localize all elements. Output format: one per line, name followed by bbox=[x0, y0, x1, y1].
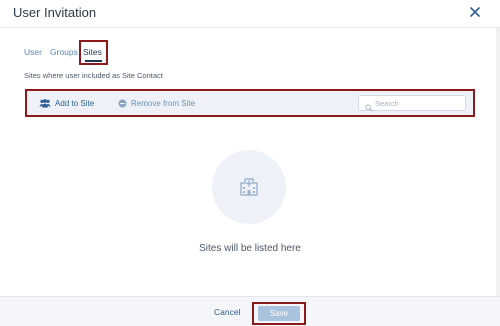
remove-from-site-label: Remove from Site bbox=[131, 99, 196, 108]
scrollbar[interactable] bbox=[496, 28, 500, 296]
search-input[interactable] bbox=[375, 97, 463, 109]
dialog-header: User Invitation bbox=[0, 0, 500, 28]
empty-state-illustration bbox=[212, 150, 286, 224]
user-invitation-dialog: User Invitation User Groups Sites Sites … bbox=[0, 0, 500, 326]
dialog-title: User Invitation bbox=[13, 5, 97, 20]
search-box[interactable] bbox=[358, 95, 466, 112]
close-icon[interactable] bbox=[468, 5, 482, 19]
dialog-footer: Cancel Save bbox=[0, 296, 500, 326]
search-icon bbox=[365, 99, 373, 117]
tab-sites[interactable]: Sites bbox=[83, 47, 102, 57]
empty-state-message: Sites will be listed here bbox=[199, 243, 301, 254]
tab-groups[interactable]: Groups bbox=[50, 47, 78, 57]
add-to-site-button[interactable]: Add to Site bbox=[39, 99, 94, 108]
hospital-building-icon bbox=[237, 176, 261, 201]
active-tab-indicator bbox=[85, 60, 102, 62]
add-to-site-label: Add to Site bbox=[55, 99, 95, 108]
minus-circle-icon bbox=[118, 99, 127, 108]
section-description: Sites where user included as Site Contac… bbox=[24, 71, 163, 80]
save-button[interactable]: Save bbox=[258, 306, 300, 321]
cancel-button[interactable]: Cancel bbox=[214, 307, 240, 317]
remove-from-site-button[interactable]: Remove from Site bbox=[118, 99, 195, 108]
users-add-icon bbox=[39, 99, 51, 108]
tab-user[interactable]: User bbox=[24, 47, 42, 57]
sites-toolbar: Add to Site Remove from Site bbox=[25, 89, 475, 117]
